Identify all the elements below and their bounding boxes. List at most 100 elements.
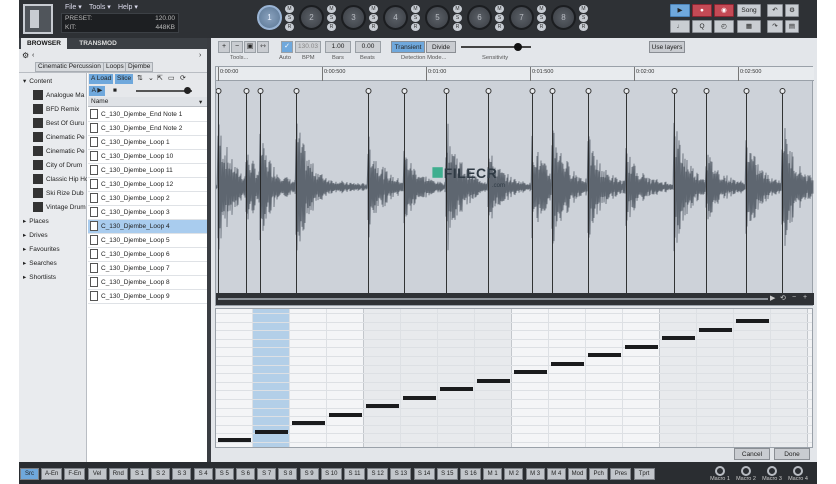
pad-rec-button[interactable]: R: [453, 23, 462, 31]
slice-note[interactable]: [440, 387, 473, 391]
divide-mode-button[interactable]: Divide: [426, 41, 456, 53]
file-row[interactable]: C_130_Djembe_End Note 1: [88, 108, 207, 122]
macro-knob[interactable]: Macro 1: [709, 466, 731, 484]
slice-note[interactable]: [551, 361, 584, 366]
tree-item[interactable]: Vintage Drum: [19, 201, 87, 214]
pad-knob[interactable]: 4: [383, 5, 408, 30]
file-row[interactable]: C_130_Djembe_Loop 1: [88, 136, 207, 150]
lock-icon[interactable]: ▣: [244, 41, 256, 53]
bottom-tab[interactable]: Pch: [589, 468, 609, 480]
filter-icon[interactable]: ⌄: [148, 74, 154, 82]
tree-item[interactable]: Classic Hip Ho: [19, 173, 87, 186]
bottom-tab[interactable]: M 1: [483, 468, 503, 480]
up-folder-icon[interactable]: ⇱: [157, 74, 163, 82]
song-button[interactable]: Song: [737, 4, 761, 17]
file-row[interactable]: C_130_Djembe_Loop 12: [88, 178, 207, 192]
slice-marker-handle[interactable]: [485, 88, 492, 94]
slice-marker-handle[interactable]: [293, 88, 300, 94]
sensitivity-handle[interactable]: [514, 43, 522, 51]
pad-mute-button[interactable]: M: [285, 5, 294, 13]
pad-rec-button[interactable]: R: [537, 23, 546, 31]
tab-transmod[interactable]: TRANSMOD: [71, 38, 125, 49]
file-row[interactable]: C_130_Djembe_Loop 11: [88, 164, 207, 178]
pad-solo-button[interactable]: S: [369, 14, 378, 22]
cancel-button[interactable]: Cancel: [734, 448, 770, 460]
slice-button[interactable]: Slice: [115, 74, 134, 84]
bottom-tab[interactable]: S 10: [320, 468, 342, 480]
breadcrumb-item[interactable]: Loops: [103, 62, 127, 72]
bottom-tab[interactable]: Pres: [610, 468, 632, 480]
tree-item[interactable]: City of Drum: [19, 159, 87, 172]
bottom-tab[interactable]: S 7: [257, 468, 277, 480]
slice-note[interactable]: [625, 344, 658, 349]
settings-icon[interactable]: ⚙: [785, 4, 799, 17]
tree-item[interactable]: ▸ Shortlists: [19, 271, 87, 284]
pad-solo-button[interactable]: S: [495, 14, 504, 22]
record-button[interactable]: ●: [692, 4, 712, 17]
refresh-icon[interactable]: ⟳: [180, 74, 186, 82]
bottom-tab[interactable]: Mod: [568, 468, 587, 480]
bottom-tab[interactable]: S 12: [367, 468, 389, 480]
bottom-tab[interactable]: Vel: [87, 468, 107, 480]
sort-icon[interactable]: ⇅: [137, 74, 143, 82]
file-row[interactable]: C_130_Djembe_Loop 7: [88, 262, 207, 276]
slice-note[interactable]: [218, 438, 251, 442]
slice-marker-handle[interactable]: [257, 88, 264, 94]
bottom-tab[interactable]: Tprt: [633, 468, 655, 480]
scroll-track[interactable]: [218, 298, 768, 300]
slice-marker-handle[interactable]: [243, 88, 250, 94]
pad-mute-button[interactable]: M: [411, 5, 420, 13]
slice-marker-handle[interactable]: [443, 88, 450, 94]
bottom-tab[interactable]: M 3: [525, 468, 545, 480]
tab-browser[interactable]: BROWSER: [21, 38, 67, 49]
slice-note[interactable]: [477, 378, 510, 383]
pad-solo-button[interactable]: S: [537, 14, 546, 22]
tree-item[interactable]: ▸ Places: [19, 215, 87, 228]
bottom-tab[interactable]: Src: [20, 468, 39, 480]
tree-item[interactable]: ▸ Favourites: [19, 243, 87, 256]
waveform[interactable]: [216, 81, 814, 293]
tree-item[interactable]: ▸ Searches: [19, 257, 87, 270]
bottom-tab[interactable]: M 4: [546, 468, 566, 480]
slice-note[interactable]: [662, 336, 695, 340]
tree-item[interactable]: Ski Rize Dub: [19, 187, 87, 200]
pad-knob[interactable]: 5: [425, 5, 450, 30]
macro-knob[interactable]: Macro 3: [761, 466, 783, 484]
merge-icon[interactable]: ⇿: [257, 41, 269, 53]
forward-icon[interactable]: ›: [199, 52, 201, 59]
pad-mute-button[interactable]: M: [495, 5, 504, 13]
loop-record-button[interactable]: ◉: [714, 4, 734, 17]
pad-rec-button[interactable]: R: [369, 23, 378, 31]
tree-item[interactable]: Cinematic Pe: [19, 131, 87, 144]
pad-mute-button[interactable]: M: [327, 5, 336, 13]
slice-note[interactable]: [588, 353, 621, 357]
pad-knob[interactable]: 3: [341, 5, 366, 30]
play-button[interactable]: ▶: [670, 4, 690, 17]
tree-item[interactable]: BFD Remix: [19, 103, 87, 116]
slice-marker-handle[interactable]: [365, 88, 372, 94]
folder-icon[interactable]: ▭: [168, 74, 175, 82]
slice-note[interactable]: [329, 412, 362, 417]
expand-arrow-icon[interactable]: ▸: [23, 218, 26, 225]
expand-arrow-icon[interactable]: ▸: [23, 246, 26, 253]
quantize-button[interactable]: Q: [692, 20, 712, 33]
play-preview-icon[interactable]: ▶: [770, 294, 775, 302]
bottom-tab[interactable]: S 2: [151, 468, 171, 480]
panel-splitter[interactable]: [207, 38, 211, 462]
expand-arrow-icon[interactable]: ▸: [23, 260, 26, 267]
slice-note[interactable]: [514, 370, 547, 374]
use-layers-button[interactable]: Use layers: [649, 41, 685, 53]
waveform-scrollbar[interactable]: ▶ ⟲ − +: [216, 293, 814, 305]
slice-note[interactable]: [699, 327, 732, 332]
file-row[interactable]: C_130_Djembe_Loop 4: [88, 220, 207, 234]
slice-marker-handle[interactable]: [779, 88, 786, 94]
pattern-view-icon[interactable]: ▦: [737, 20, 761, 33]
slice-map-grid[interactable]: [215, 308, 813, 448]
auto-checkbox[interactable]: ✓: [281, 41, 293, 53]
tree-item[interactable]: Analogue Ma: [19, 89, 87, 102]
bottom-tab[interactable]: S 13: [390, 468, 412, 480]
bottom-tab[interactable]: S 1: [130, 468, 149, 480]
pad-mute-button[interactable]: M: [369, 5, 378, 13]
bottom-tab[interactable]: M 2: [504, 468, 524, 480]
file-row[interactable]: C_130_Djembe_Loop 3: [88, 206, 207, 220]
